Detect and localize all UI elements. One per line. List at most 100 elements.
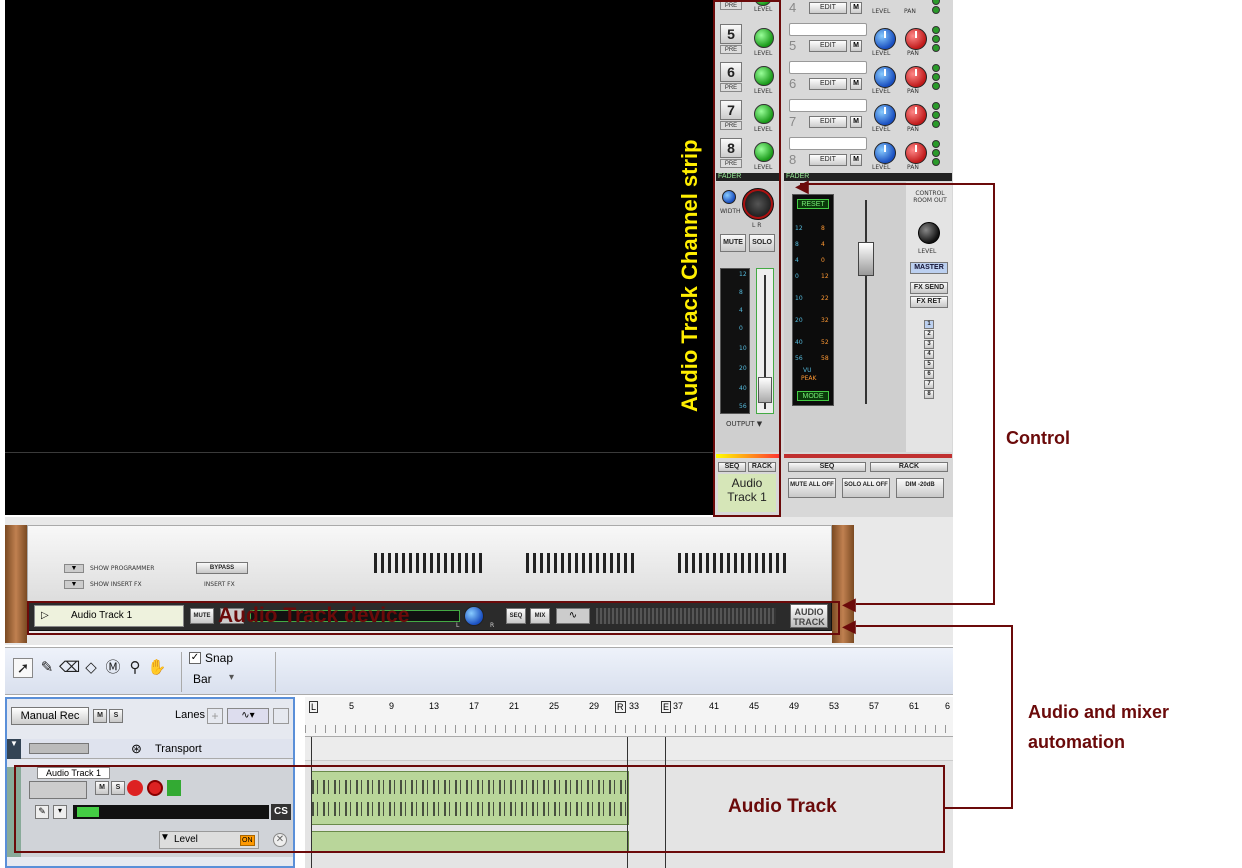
send-number: 6 (789, 76, 797, 91)
pan-knob[interactable] (905, 66, 927, 88)
send-slot[interactable] (789, 61, 867, 74)
track-settings-icon[interactable] (273, 708, 289, 724)
fx-ret-button[interactable]: FX RET (910, 296, 948, 308)
bar-label: 13 (429, 701, 440, 711)
send-leds (932, 102, 942, 130)
bar-label: 41 (709, 701, 720, 711)
fx-channel-8[interactable]: 8 (924, 390, 934, 399)
master-fader-handle[interactable] (858, 242, 874, 276)
fx-channel-3[interactable]: 3 (924, 340, 934, 349)
edit-button[interactable]: EDIT (809, 78, 847, 90)
send-leds (932, 64, 942, 92)
bypass-button[interactable]: BYPASS (196, 562, 248, 574)
transport-lane (305, 737, 953, 761)
send-mute-button[interactable]: M (850, 78, 862, 90)
send-level-knob[interactable] (874, 28, 896, 50)
master-seq-button[interactable]: SEQ (788, 462, 866, 472)
snap-value-select[interactable]: Bar (193, 672, 212, 686)
device-highlight (27, 601, 840, 635)
bar-label: 21 (509, 701, 520, 711)
mute-all-off-button[interactable]: MUTE ALL OFF (788, 478, 836, 498)
arrow-left-icon: ◀ (795, 176, 809, 196)
fx-channel-6[interactable]: 6 (924, 370, 934, 379)
rack-rail-left (5, 525, 27, 643)
master-button[interactable]: MASTER (910, 262, 948, 274)
send-level-knob[interactable] (874, 142, 896, 164)
automation-dropdown[interactable]: ∿▾ (227, 708, 269, 724)
bar-label: 33 (629, 701, 640, 711)
dim-button[interactable]: DIM -20dB (896, 478, 944, 498)
master-rack-button[interactable]: RACK (870, 462, 948, 472)
fx-send-button[interactable]: FX SEND (910, 282, 948, 294)
fx-channel-2[interactable]: 2 (924, 330, 934, 339)
eraser-tool-icon[interactable]: ⌫ (59, 658, 80, 678)
transport-device-thumb (29, 743, 89, 754)
send-level-knob[interactable] (874, 66, 896, 88)
end-marker[interactable]: E (661, 701, 672, 713)
send-row-8: 8 EDIT M LEVEL PAN (786, 134, 952, 171)
hand-tool-icon[interactable]: ✋ (147, 658, 167, 678)
bar-label: 25 (549, 701, 560, 711)
add-lane-icon[interactable]: + (207, 708, 223, 724)
send-slot[interactable] (789, 99, 867, 112)
reset-button[interactable]: RESET (797, 199, 829, 209)
mute-tool-icon[interactable]: Ⓜ (103, 658, 123, 678)
send-slot[interactable] (789, 137, 867, 150)
send-mute-button[interactable]: M (850, 2, 862, 14)
send-number: 8 (789, 152, 797, 167)
audio-track-annotation: Audio Track (728, 796, 837, 817)
razor-tool-icon[interactable]: ◇ (81, 658, 101, 678)
transport-track-row[interactable]: ▼ ⊛ Transport (7, 739, 293, 759)
edit-button[interactable]: EDIT (809, 116, 847, 128)
snap-checkbox[interactable]: ✓ (189, 652, 201, 664)
arrow-left-icon: ◀ (842, 616, 856, 636)
mode-button[interactable]: MODE (797, 391, 829, 401)
bar-label: 5 (349, 701, 355, 711)
show-programmer-toggle[interactable]: ▼ (64, 564, 84, 573)
send-level-label: LEVEL (872, 164, 891, 171)
pencil-tool-icon[interactable]: ✎ (37, 658, 57, 678)
bar-label: 29 (589, 701, 600, 711)
bar-label: 9 (389, 701, 395, 711)
send-leds (932, 0, 942, 16)
pan-knob[interactable] (905, 142, 927, 164)
bar-label: 6 (945, 701, 951, 711)
empty-rack-area (5, 0, 713, 515)
transport-icon: ⊛ (131, 741, 142, 756)
vu-label: VU (803, 367, 812, 374)
solo-all-off-button[interactable]: SOLO ALL OFF (842, 478, 890, 498)
edit-button[interactable]: EDIT (809, 2, 847, 14)
global-solo-button[interactable]: S (109, 709, 123, 723)
send-mute-button[interactable]: M (850, 40, 862, 52)
edit-button[interactable]: EDIT (809, 154, 847, 166)
pan-label: PAN (907, 164, 919, 171)
send-level-knob[interactable] (874, 104, 896, 126)
fx-channel-1[interactable]: 1 (924, 320, 934, 329)
transport-label: Transport (155, 743, 202, 755)
global-mute-button[interactable]: M (93, 709, 107, 723)
show-insert-fx-toggle[interactable]: ▼ (64, 580, 84, 589)
send-mute-button[interactable]: M (850, 116, 862, 128)
control-room-level-knob[interactable] (918, 222, 940, 244)
fx-channel-7[interactable]: 7 (924, 380, 934, 389)
vent-grille (678, 553, 788, 573)
left-locator[interactable]: L (309, 701, 319, 713)
send-leds (932, 26, 942, 54)
manual-rec-button[interactable]: Manual Rec (11, 707, 89, 725)
select-tool-icon[interactable]: ➚ (13, 658, 33, 678)
arrow-left-icon: ◀ (842, 594, 856, 614)
send-slot[interactable] (789, 23, 867, 36)
magnify-tool-icon[interactable]: ⚲ (125, 658, 145, 678)
chevron-down-icon[interactable]: ▾ (229, 672, 234, 683)
master-vu-meter: RESET 12 8 4 0 10 20 40 56 8 4 0 12 22 3… (792, 194, 834, 406)
pan-knob[interactable] (905, 28, 927, 50)
send-mute-button[interactable]: M (850, 154, 862, 166)
fx-channel-5[interactable]: 5 (924, 360, 934, 369)
expand-icon[interactable]: ▼ (7, 739, 21, 759)
fx-channel-4[interactable]: 4 (924, 350, 934, 359)
right-locator[interactable]: R (615, 701, 626, 713)
timeline-ruler[interactable]: L 5 9 13 17 21 25 29 R 33 E 37 41 45 49 … (305, 697, 953, 737)
pan-knob[interactable] (905, 104, 927, 126)
edit-button[interactable]: EDIT (809, 40, 847, 52)
bar-label: 49 (789, 701, 800, 711)
